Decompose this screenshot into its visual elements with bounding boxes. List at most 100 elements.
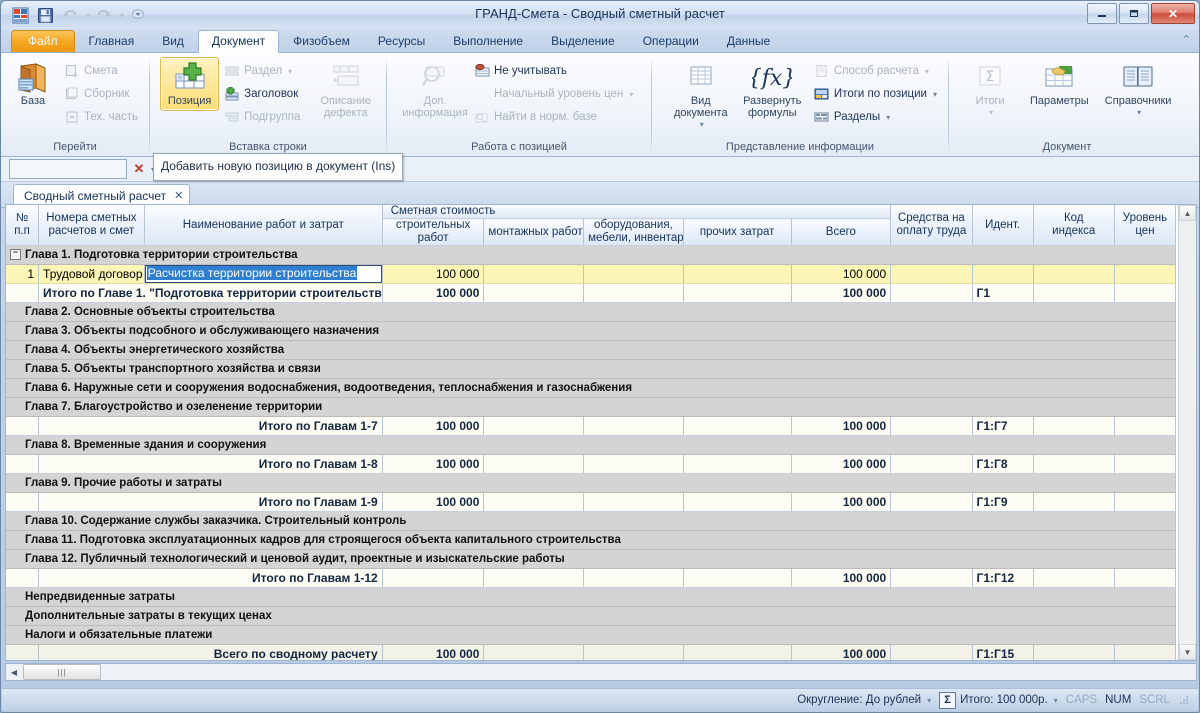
resize-grip-icon[interactable] [1178,694,1190,706]
cell-price-level[interactable] [1114,454,1177,474]
th-construction-works[interactable]: строительных работ [382,218,485,246]
table-row-chapter[interactable]: Глава 10. Содержание службы заказчика. С… [6,511,1176,531]
cell-other[interactable] [683,644,792,660]
cell-price-level[interactable] [1114,283,1177,303]
table-row-total[interactable]: Итого по Главам 1-7 100 000 100 000 Г1:Г7 [6,416,1177,436]
cell-number[interactable] [6,416,40,436]
table-row-total[interactable]: Итого по Главам 1-8 100 000 100 000 Г1:Г8 [6,454,1177,474]
cell-construction[interactable]: 100 000 [382,283,485,303]
search-input[interactable] [9,159,127,179]
cell-labor[interactable] [890,492,973,512]
cell-other[interactable] [683,416,792,436]
cell-number[interactable]: 1 [6,264,40,284]
th-price-level[interactable]: Уровень цен [1114,205,1177,246]
tab-physvolume[interactable]: Физобъем [279,30,364,52]
cell-index-code[interactable] [1033,644,1115,660]
tab-operations[interactable]: Операции [629,30,713,52]
tab-selection[interactable]: Выделение [537,30,629,52]
total-dropdown-icon[interactable]: ▾ [1054,696,1058,705]
table-row-total[interactable]: Итого по Главе 1. "Подготовка территории… [6,283,1177,303]
razdel-dropdown-icon[interactable]: ▾ [288,67,292,76]
cell-construction[interactable]: 100 000 [382,492,485,512]
cell-construction[interactable]: 100 000 [382,264,485,284]
cell-construction[interactable]: 100 000 [382,644,485,660]
cell-other[interactable] [683,264,792,284]
tab-document[interactable]: Документ [197,30,280,53]
cell-number[interactable] [6,492,40,512]
totals-button[interactable]: Σ Итоги ▾ [959,57,1021,123]
table-row-chapter[interactable]: Глава 5. Объекты транспортного хозяйства… [6,359,1176,379]
cell-labor[interactable] [890,283,973,303]
cell-installation[interactable] [483,644,585,660]
position-totals-dropdown-icon[interactable]: ▾ [933,90,937,99]
scroll-up-icon[interactable]: ▲ [1179,205,1196,221]
table-row-chapter[interactable]: Глава 9. Прочие работы и затраты [6,473,1176,493]
razdel-button[interactable]: Раздел ▾ [219,60,305,82]
th-estimate-cost-group[interactable]: Сметная стоимость [382,205,892,219]
cell-equipment[interactable] [583,644,684,660]
sections-dropdown-icon[interactable]: ▾ [886,113,890,122]
cell-equipment[interactable] [583,454,684,474]
cell-installation[interactable] [483,492,585,512]
totals-dropdown-icon[interactable]: ▾ [989,107,993,119]
cell-ident[interactable]: Г1:Г9 [972,492,1034,512]
cell-estimate-number[interactable]: Трудовой договор [38,264,145,284]
cell-construction[interactable]: 100 000 [382,454,485,474]
rounding-dropdown-icon[interactable]: ▾ [927,696,931,705]
cell-labor[interactable] [890,416,973,436]
rounding-status[interactable]: Округление: До рублей ▾ [797,694,931,706]
hscroll-thumb[interactable]: ||| [23,664,101,680]
th-labor-funds[interactable]: Средства на оплату труда [890,205,973,246]
calc-method-dropdown-icon[interactable]: ▾ [925,67,929,76]
cell-price-level[interactable] [1114,644,1177,660]
grid-vertical-scrollbar[interactable]: ▲ ▼ [1178,205,1196,660]
th-ident[interactable]: Идент. [972,205,1034,246]
table-row-chapter[interactable]: Дополнительные затраты в текущих ценах [6,606,1176,626]
table-row-chapter[interactable]: Налоги и обязательные платежи [6,625,1176,645]
minimize-button[interactable] [1087,3,1117,24]
cell-index-code[interactable] [1033,492,1115,512]
base-button[interactable]: База [7,57,59,111]
cell-other[interactable] [683,454,792,474]
additional-info-button[interactable]: Доп. информация [401,57,469,123]
table-row-chapter[interactable]: − Глава 1. Подготовка территории строител… [6,245,1176,265]
table-row-total[interactable]: Итого по Главам 1-12 100 000 Г1:Г12 [6,568,1177,588]
cell-number[interactable] [6,568,40,588]
cell-installation[interactable] [483,568,585,588]
cell-equipment[interactable] [583,568,684,588]
position-button[interactable]: Позиция [160,57,220,111]
cell-ident[interactable]: Г1 [972,283,1034,303]
cell-total[interactable]: 100 000 [791,283,892,303]
cell-ident[interactable]: Г1:Г15 [972,644,1034,660]
tab-home[interactable]: Главная [75,30,149,52]
cell-total[interactable]: 100 000 [791,568,892,588]
defect-description-button[interactable]: Описание дефекта [311,57,380,123]
initial-price-level-dropdown-icon[interactable]: ▾ [629,90,633,99]
zagolovok-button[interactable]: Заголовок [219,83,305,105]
calc-method-button[interactable]: Способ расчета ▾ [809,60,942,82]
name-editor[interactable]: Расчистка территории строительства [144,265,382,283]
clear-search-icon[interactable]: ✕ [131,161,147,177]
cell-work-name[interactable]: Расчистка территории строительства [144,264,383,284]
scroll-down-icon[interactable]: ▼ [1179,644,1196,660]
cell-equipment[interactable] [583,416,684,436]
cell-total[interactable]: 100 000 [791,264,892,284]
cell-total[interactable]: 100 000 [791,454,892,474]
cell-labor[interactable] [890,644,973,660]
table-row-chapter[interactable]: Глава 4. Объекты энергетического хозяйст… [6,340,1176,360]
grid-horizontal-scrollbar[interactable]: ◀ ||| [5,663,1197,681]
cell-ident[interactable]: Г1:Г12 [972,568,1034,588]
sbornik-button[interactable]: Сборник [59,83,143,105]
cell-other[interactable] [683,283,792,303]
cell-total[interactable]: 100 000 [791,644,892,660]
cell-other[interactable] [683,492,792,512]
cell-installation[interactable] [483,264,585,284]
tab-data[interactable]: Данные [713,30,784,52]
tech-part-button[interactable]: Тех. часть [59,106,143,128]
cell-index-code[interactable] [1033,416,1115,436]
cell-number[interactable] [6,283,40,303]
close-button[interactable]: ✕ [1151,3,1195,24]
cell-construction[interactable]: 100 000 [382,416,485,436]
th-estimate-numbers[interactable]: Номера сметных расчетов и смет [38,205,145,246]
cell-number[interactable] [6,454,40,474]
